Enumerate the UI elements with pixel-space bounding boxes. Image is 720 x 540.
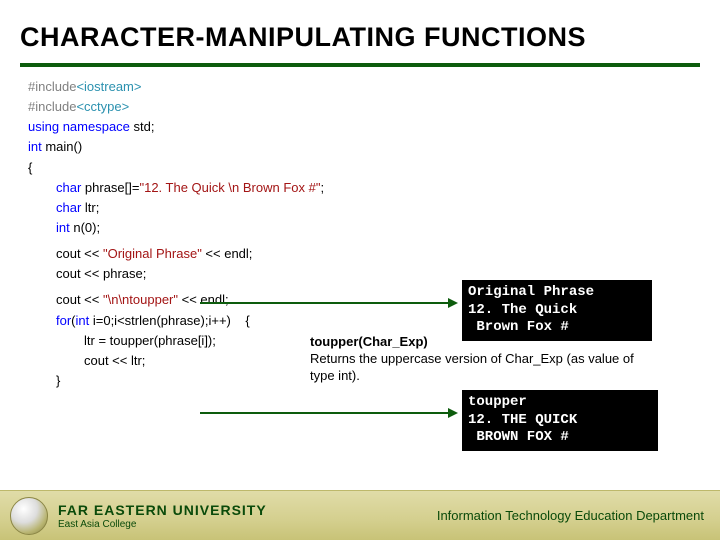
- code-token: n(0);: [70, 220, 100, 235]
- code-token: "Original Phrase": [103, 246, 202, 261]
- function-description: Returns the uppercase version of Char_Ex…: [310, 351, 634, 383]
- code-token: phrase[]=: [81, 180, 139, 195]
- department-name: Information Technology Education Departm…: [437, 508, 704, 523]
- code-token: "12. The Quick \n Brown Fox #": [139, 180, 320, 195]
- code-token: << endl;: [178, 292, 229, 307]
- code-token: namespace: [59, 119, 130, 134]
- annotation-box: toupper(Char_Exp) Returns the uppercase …: [310, 334, 650, 385]
- college-name: East Asia College: [58, 519, 267, 530]
- function-name: toupper(Char_Exp): [310, 334, 428, 349]
- code-token: cout <<: [56, 292, 103, 307]
- code-token: #include: [28, 99, 76, 114]
- page-title: CHARACTER-MANIPULATING FUNCTIONS: [0, 0, 720, 63]
- university-block: FAR EASTERN UNIVERSITY East Asia College: [58, 502, 267, 530]
- code-token: {: [28, 160, 32, 175]
- code-token: ltr;: [81, 200, 99, 215]
- code-token: std;: [130, 119, 155, 134]
- code-token: "\n\ntoupper": [103, 292, 178, 307]
- code-token: <cctype>: [76, 99, 129, 114]
- code-token: cout << ltr;: [84, 353, 145, 368]
- code-token: main(): [42, 139, 82, 154]
- footer-bar: FAR EASTERN UNIVERSITY East Asia College…: [0, 490, 720, 540]
- slide: CHARACTER-MANIPULATING FUNCTIONS #includ…: [0, 0, 720, 540]
- university-logo-icon: [10, 497, 48, 535]
- code-token: char: [56, 180, 81, 195]
- university-name: FAR EASTERN UNIVERSITY: [58, 502, 267, 518]
- arrow-icon: [200, 412, 448, 414]
- code-token: }: [56, 373, 60, 388]
- code-token: int: [28, 139, 42, 154]
- code-token: i=0;i<strlen(phrase);i++) {: [89, 313, 249, 328]
- code-token: << endl;: [202, 246, 253, 261]
- title-rule: [20, 63, 700, 67]
- code-token: ;: [320, 180, 324, 195]
- code-token: #include: [28, 79, 76, 94]
- code-token: using: [28, 119, 59, 134]
- code-token: int: [56, 220, 70, 235]
- console-output-toupper: toupper 12. THE QUICK BROWN FOX #: [462, 390, 658, 451]
- code-token: for: [56, 313, 71, 328]
- console-output-original: Original Phrase 12. The Quick Brown Fox …: [462, 280, 652, 341]
- code-token: cout <<: [56, 246, 103, 261]
- code-token: cout << phrase;: [56, 266, 146, 281]
- code-token: int: [76, 313, 90, 328]
- code-token: ltr = toupper(phrase[i]);: [84, 333, 216, 348]
- code-token: char: [56, 200, 81, 215]
- code-token: <iostream>: [76, 79, 141, 94]
- arrow-icon: [200, 302, 448, 304]
